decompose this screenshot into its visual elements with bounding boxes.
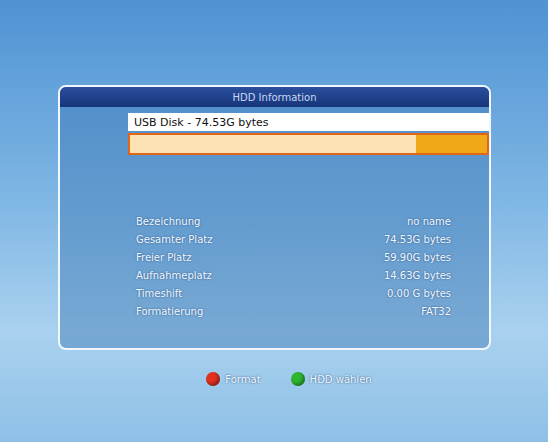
info-row: Timeshift 0.00 G bytes	[136, 285, 451, 301]
button-label: HDD wählen	[310, 374, 372, 385]
info-value: 14.63G bytes	[384, 270, 451, 281]
info-row: Aufnahmeplatz 14.63G bytes	[136, 267, 451, 283]
disk-selector[interactable]: USB Disk - 74.53G bytes	[128, 113, 489, 131]
dialog-content: USB Disk - 74.53G bytes Bezeichnung no nam…	[60, 107, 489, 319]
info-value: FAT32	[421, 306, 451, 317]
info-row: Freier Platz 59.90G bytes	[136, 249, 451, 265]
color-key-icon	[291, 372, 305, 386]
color-key-button[interactable]: HDD wählen	[291, 372, 372, 386]
usage-bar	[128, 133, 489, 155]
color-key-icon	[206, 372, 220, 386]
info-label: Gesamter Platz	[136, 234, 212, 245]
color-key-button[interactable]: Format	[206, 372, 260, 386]
info-label: Formatierung	[136, 306, 203, 317]
info-list: Bezeichnung no name Gesamter Platz 74.53G b…	[128, 155, 489, 319]
info-value: 0.00 G bytes	[387, 288, 451, 299]
button-label: Format	[225, 374, 260, 385]
info-row: Bezeichnung no name	[136, 213, 451, 229]
info-row: Formatierung FAT32	[136, 303, 451, 319]
info-value: 74.53G bytes	[384, 234, 451, 245]
info-value: 59.90G bytes	[384, 252, 451, 263]
info-label: Bezeichnung	[136, 216, 200, 227]
usage-fill	[416, 135, 487, 153]
button-bar: Format HDD wählen	[0, 372, 548, 386]
info-label: Timeshift	[136, 288, 182, 299]
dialog-title: HDD Information	[60, 87, 489, 107]
info-row: Gesamter Platz 74.53G bytes	[136, 231, 451, 247]
info-label: Freier Platz	[136, 252, 191, 263]
hdd-dialog: HDD Information USB Disk - 74.53G bytes Be…	[58, 85, 491, 350]
info-value: no name	[407, 216, 451, 227]
info-label: Aufnahmeplatz	[136, 270, 212, 281]
